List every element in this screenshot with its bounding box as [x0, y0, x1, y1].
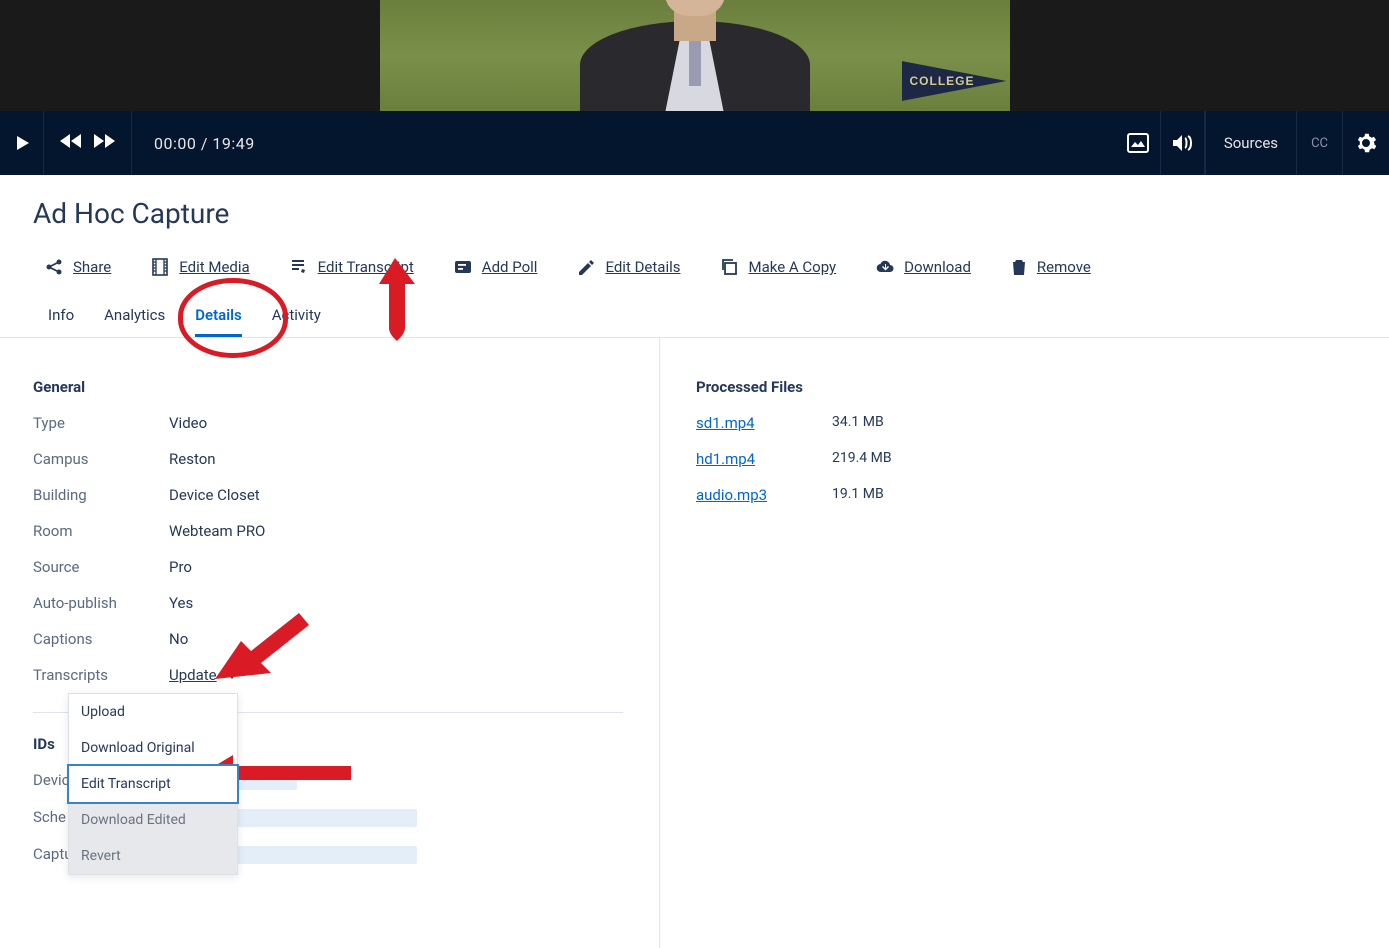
copy-icon [720, 258, 738, 276]
add-poll-button[interactable]: Add Poll [454, 258, 538, 276]
dropdown-upload[interactable]: Upload [69, 694, 237, 730]
action-toolbar: Share Edit Media Edit Transcript Add Pol… [45, 258, 1389, 276]
tab-details[interactable]: Details [195, 296, 241, 337]
edit-details-button[interactable]: Edit Details [577, 258, 680, 276]
file-row: audio.mp3 19.1 MB [696, 486, 892, 504]
transcript-icon [290, 258, 308, 276]
rewind-button[interactable] [60, 133, 82, 153]
dropdown-revert[interactable]: Revert [69, 838, 237, 874]
cloud-download-icon [876, 258, 894, 276]
row-campus: CampusReston [33, 450, 659, 468]
file-link-hd1[interactable]: hd1.mp4 [696, 450, 755, 468]
edit-transcript-button[interactable]: Edit Transcript [290, 258, 414, 276]
processed-files-heading: Processed Files [696, 378, 892, 396]
film-icon [151, 258, 169, 276]
page-title: Ad Hoc Capture [33, 197, 1389, 230]
settings-gear-button[interactable] [1343, 111, 1389, 175]
fast-forward-button[interactable] [94, 133, 116, 153]
trash-icon [1011, 258, 1027, 276]
sources-button[interactable]: Sources [1205, 111, 1297, 175]
row-captions: CaptionsNo [33, 630, 659, 648]
chevron-down-icon[interactable] [228, 674, 236, 679]
tab-info[interactable]: Info [48, 296, 74, 337]
share-button[interactable]: Share [45, 258, 111, 276]
edit-media-button[interactable]: Edit Media [151, 258, 249, 276]
remove-button[interactable]: Remove [1011, 258, 1091, 276]
transcripts-update-link[interactable]: Update [169, 666, 217, 684]
make-a-copy-button[interactable]: Make A Copy [720, 258, 836, 276]
picture-mode-button[interactable] [1117, 111, 1161, 175]
pencil-icon [577, 258, 595, 276]
transcripts-dropdown: Upload Download Original Edit Transcript… [68, 693, 238, 875]
row-building: BuildingDevice Closet [33, 486, 659, 504]
dropdown-download-edited[interactable]: Download Edited [69, 802, 237, 838]
row-source: SourcePro [33, 558, 659, 576]
row-type: TypeVideo [33, 414, 659, 432]
dropdown-download-original[interactable]: Download Original [69, 730, 237, 766]
player-controls-bar: 00:00 / 19:49 Sources CC [0, 111, 1389, 175]
file-row: hd1.mp4 219.4 MB [696, 450, 892, 468]
tab-analytics[interactable]: Analytics [104, 296, 165, 337]
file-link-audio[interactable]: audio.mp3 [696, 486, 767, 504]
dropdown-edit-transcript[interactable]: Edit Transcript [69, 766, 237, 802]
row-transcripts: Transcripts Update [33, 666, 659, 684]
share-icon [45, 258, 63, 276]
volume-button[interactable] [1161, 111, 1205, 175]
row-auto-publish: Auto-publishYes [33, 594, 659, 612]
college-pennant-logo: COLLEGE [902, 53, 1007, 109]
file-row: sd1.mp4 34.1 MB [696, 414, 892, 432]
download-button[interactable]: Download [876, 258, 971, 276]
file-link-sd1[interactable]: sd1.mp4 [696, 414, 755, 432]
tab-activity[interactable]: Activity [272, 296, 321, 337]
video-preview[interactable]: COLLEGE [0, 0, 1389, 111]
closed-captions-button[interactable]: CC [1297, 111, 1343, 175]
poll-icon [454, 258, 472, 276]
play-button[interactable] [0, 111, 44, 175]
row-room: RoomWebteam PRO [33, 522, 659, 540]
tabs: Info Analytics Details Activity [0, 296, 1389, 338]
general-heading: General [33, 378, 659, 396]
video-frame: COLLEGE [380, 0, 1010, 111]
playback-time: 00:00 / 19:49 [154, 134, 255, 153]
